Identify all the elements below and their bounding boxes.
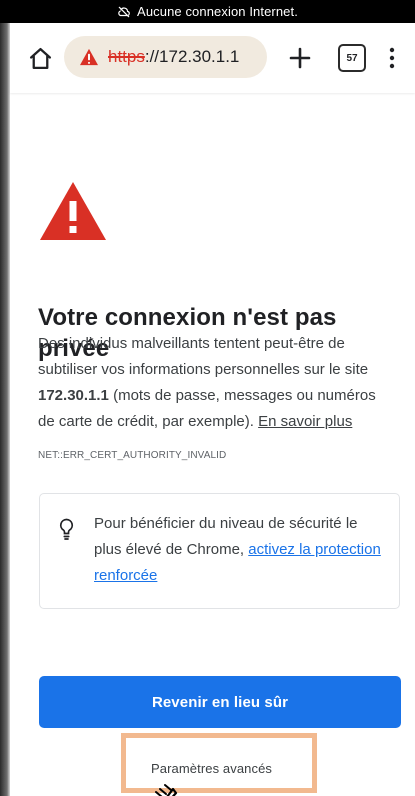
address-bar[interactable]: https ://172.30.1.1 [64, 36, 267, 78]
enhanced-protection-suggestion: Pour bénéficier du niveau de sécurité le… [39, 493, 400, 609]
cloud-off-icon [118, 6, 130, 17]
url-host: ://172.30.1.1 [144, 47, 240, 66]
tabs-button[interactable]: 57 [338, 44, 366, 72]
red-warning-icon [40, 182, 106, 240]
screen-edge [0, 0, 10, 796]
home-icon [29, 47, 51, 69]
advanced-settings-button[interactable]: Paramètres avancés [151, 761, 272, 776]
tabs-count: 57 [346, 52, 358, 64]
explanation-intro: Des individus malveillants tentent peut-… [38, 335, 369, 378]
menu-button[interactable] [380, 42, 404, 74]
more-vertical-icon [389, 47, 395, 69]
learn-more-link[interactable]: En savoir plus [258, 413, 352, 430]
error-code: NET::ERR_CERT_AUTHORITY_INVALID [38, 450, 227, 461]
home-button[interactable] [25, 43, 55, 73]
lightbulb-icon [59, 518, 74, 540]
url-scheme: https [108, 47, 145, 66]
back-to-safety-button[interactable]: Revenir en lieu sûr [39, 676, 401, 728]
offline-banner: Aucune connexion Internet. [0, 0, 415, 23]
plus-icon [289, 47, 311, 69]
warning-triangle-icon [80, 48, 98, 66]
browser-toolbar: https ://172.30.1.1 57 [10, 23, 415, 93]
phone-screen: Aucune connexion Internet. https ://172.… [0, 0, 415, 796]
site-host: 172.30.1.1 [38, 387, 109, 404]
offline-text: Aucune connexion Internet. [137, 4, 298, 19]
new-tab-button[interactable] [283, 41, 317, 75]
error-explanation: Des individus malveillants tentent peut-… [38, 331, 395, 435]
enhanced-protection-text: Pour bénéficier du niveau de sécurité le… [94, 511, 389, 589]
